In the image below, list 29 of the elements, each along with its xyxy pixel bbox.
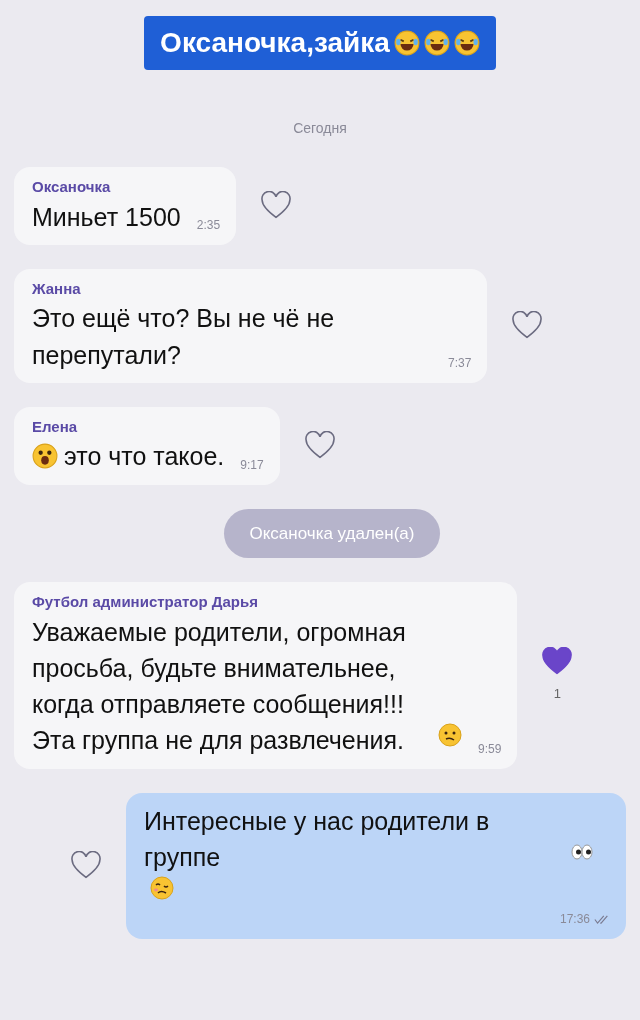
message-text: Миньет 1500 [32,201,181,233]
like-icon[interactable] [303,431,336,461]
laughing-emoji-icon [393,30,420,56]
message-time: 2:35 [196,217,221,235]
message-time: 7:37 [448,355,472,373]
like-icon[interactable] [260,191,293,221]
like-icon[interactable] [70,851,102,881]
message-text: Интересные у нас родители в группе [144,805,491,873]
date-divider: Сегодня [292,119,348,138]
laughing-emoji-icon [423,30,450,56]
like-icon[interactable] [511,311,544,341]
woozy-emoji-icon [150,876,174,900]
message-text: Это ещё что? Вы не чё не перепутали? [32,303,336,371]
like-icon[interactable] [541,647,574,676]
chat-title: Оксаночка,зайка [160,26,390,60]
message-time: 9:59 [478,741,502,759]
sender-name: Елена [32,416,79,437]
shocked-emoji-icon [32,443,58,470]
like-count: 1 [553,685,561,703]
message-time: 17:36 [559,911,590,929]
message-text: Уважаемые родители, огромная просьба, будьте внимательнее, когда отправляете сообщения!!! Эта группа не для развлечения. [32,616,407,757]
sender-name: Футбол администратор Дарья [32,592,259,612]
laughing-emoji-icon [453,30,480,56]
system-message: Оксаночка удален(а) [223,508,441,558]
sender-name: Жанна [32,278,82,299]
confused-emoji-icon [438,723,462,748]
sender-name: Оксаночка [32,177,112,197]
message-time: 9:17 [240,457,264,475]
message-text: это что такое. [64,441,225,473]
